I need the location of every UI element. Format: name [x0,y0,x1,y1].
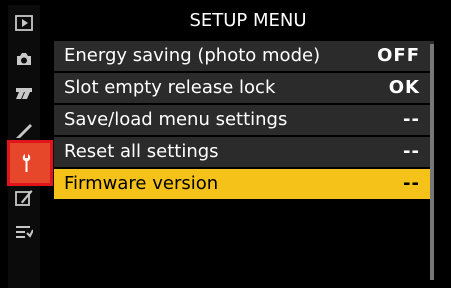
menu-item-energy-saving[interactable]: Energy saving (photo mode) OFF [54,41,434,71]
camera-setup-menu-screen: SETUP MENU Energy saving (photo mode) OF… [0,0,451,288]
menu-item-slot-empty-release-lock[interactable]: Slot empty release lock OK [54,73,434,103]
page-title: SETUP MENU [189,10,307,31]
menu-item-save-load-settings[interactable]: Save/load menu settings -- [54,105,434,135]
menu-item-label: Reset all settings [64,141,219,162]
pencil-icon [16,124,32,138]
menu-item-label: Save/load menu settings [64,109,288,130]
wrench-icon [22,154,31,172]
menu-item-value: OK [388,77,420,98]
menu-item-reset-all-settings[interactable]: Reset all settings -- [54,137,434,167]
movie-icon [16,88,32,99]
recent-settings-icon [16,226,33,238]
retouch-icon [15,190,33,206]
menu-item-label: Firmware version [64,173,219,194]
sidebar-item-recent-settings[interactable] [8,216,40,248]
sidebar-item-photo-shooting[interactable] [8,43,40,75]
sidebar-item-playback[interactable] [8,7,40,39]
menu-item-value: -- [403,173,420,194]
sidebar-item-setup-menu[interactable] [7,140,53,186]
menu-scrollbar[interactable] [430,44,434,280]
menu-item-value: -- [403,141,420,162]
menu-item-label: Energy saving (photo mode) [64,45,321,66]
menu-item-value: OFF [377,45,420,66]
sidebar-item-movie-shooting[interactable] [8,78,40,110]
playback-icon [15,15,33,31]
menu-content: SETUP MENU Energy saving (photo mode) OF… [54,5,442,288]
camera-icon [17,53,31,65]
menu-item-value: -- [403,109,420,130]
menu-item-label: Slot empty release lock [64,77,276,98]
menu-item-firmware-version[interactable]: Firmware version -- [54,169,434,199]
